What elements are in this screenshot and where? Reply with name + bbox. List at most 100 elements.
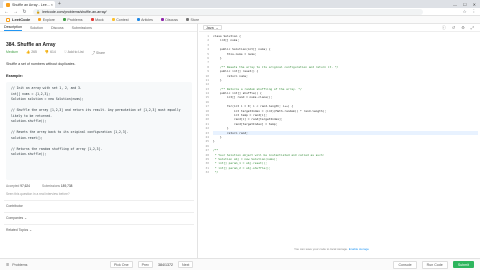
chevron-down-icon: ⌄ [24, 216, 27, 220]
nav-store[interactable]: Store [185, 17, 200, 22]
browser-tab-bar: Shuffle an Array - Lee... × + — ☐ ✕ [0, 0, 480, 8]
submit-button[interactable]: Submit [452, 261, 474, 268]
nav-contest[interactable]: Contest [111, 17, 129, 22]
related-topics-section[interactable]: Related Topics ⌄ [6, 228, 32, 232]
nav-problems[interactable]: Problems [62, 17, 83, 22]
problem-meta: Medium 👍 265 👎 614 ♡ Add to List ⤴ Share [6, 50, 105, 55]
problem-panel: Description Solution Discuss Submissions… [0, 24, 198, 258]
forward-icon[interactable]: → [13, 9, 18, 15]
acceptance-stats: Accepted 97,624 Submissions 189,738 [6, 184, 72, 188]
heart-icon: ♡ [63, 50, 67, 54]
browser-menu-icon[interactable]: ⋮ [472, 9, 476, 15]
favorite-button[interactable]: ♡ Add to List [64, 50, 84, 55]
nav-mock[interactable]: Mock [90, 17, 104, 22]
accepted-label: Accepted [6, 184, 20, 188]
accepted-stat: Accepted 97,624 [6, 184, 30, 188]
list-icon: ☰ [6, 262, 10, 267]
new-tab-icon[interactable]: + [58, 1, 61, 7]
dislikes-count: 614 [50, 50, 56, 54]
browser-tab-title: Shuffle an Array - Lee... [12, 2, 50, 7]
bookmark-star-icon[interactable]: ☆ [463, 9, 467, 15]
storage-hint-text: You can save your code to local storage. [294, 247, 348, 251]
share-button[interactable]: ⤴ Share [92, 50, 105, 55]
chevron-down-icon: ⌄ [215, 25, 219, 30]
nav-mock-label: Mock [95, 17, 104, 22]
example-line: solution.shuffle(); [11, 152, 47, 156]
problem-title: 384. Shuffle an Array [6, 42, 56, 48]
code-area[interactable]: class Solution { int[] nums; public Solu… [213, 34, 478, 175]
address-bar: ← → ↻ 🔒 leetcode.com/problems/shuffle-an… [0, 8, 480, 16]
prev-button[interactable]: Prev [137, 261, 153, 268]
reset-icon[interactable]: ↺ [452, 25, 455, 31]
tab-solution[interactable]: Solution [30, 26, 43, 30]
console-button[interactable]: Console [393, 260, 417, 269]
chevron-down-icon: ⌄ [29, 228, 32, 232]
problems-list-button[interactable]: ☰ Problems [6, 263, 27, 267]
articles-icon [136, 18, 140, 21]
leetcode-logo[interactable]: LeetCode [6, 17, 30, 22]
example-label: Example: [6, 74, 23, 78]
related-topics-label: Related Topics [6, 228, 29, 232]
run-code-button[interactable]: Run Code [421, 260, 448, 269]
nav-problems-label: Problems [67, 17, 83, 22]
store-icon [185, 18, 189, 21]
lock-icon: 🔒 [36, 9, 41, 14]
pick-one-button[interactable]: Pick One [110, 261, 133, 268]
nav-contest-label: Contest [116, 17, 129, 22]
submissions-stat: Submissions 189,738 [42, 184, 73, 188]
editor-panel: Java ⌄ ⓘ ↺ ⚙ ⤢ 1 2 3 4 5 6 7 8 9 10 11 12 13 14 15 16 17… [199, 24, 480, 258]
nav-explore[interactable]: Explore [38, 18, 55, 22]
accepted-value: 97,624 [20, 184, 30, 188]
nav-store-label: Store [190, 17, 200, 22]
nav-explore-label: Explore [42, 17, 55, 22]
share-icon: ⤴ [91, 51, 96, 55]
problem-description: Shuffle a set of numbers without duplica… [6, 62, 76, 66]
next-button[interactable]: Next [177, 261, 194, 268]
example-line: // Shuffle the array [1,2,3] and return … [11, 108, 181, 112]
logo-icon [6, 17, 10, 22]
editor-toolbar: Java ⌄ ⓘ ↺ ⚙ ⤢ [199, 24, 480, 32]
nav-articles[interactable]: Articles [136, 17, 153, 22]
url-text: leetcode.com/problems/shuffle-an-array/ [42, 9, 107, 14]
fullscreen-icon[interactable]: ⤢ [471, 25, 474, 31]
language-select[interactable]: Java ⌄ [203, 25, 222, 30]
settings-icon[interactable]: ⚙ [461, 25, 465, 31]
language-value: Java [206, 25, 214, 30]
companies-section[interactable]: Companies ⌄ [6, 216, 27, 220]
page-indicator: 384/1372 [157, 262, 173, 267]
url-input[interactable]: 🔒 leetcode.com/problems/shuffle-an-array… [33, 8, 423, 15]
tab-submissions[interactable]: Submissions [72, 26, 92, 30]
info-icon[interactable]: ⓘ [442, 25, 446, 31]
thumbs-up-icon: 👍 [26, 50, 31, 54]
logo-text: LeetCode [12, 17, 31, 22]
close-window-icon[interactable]: ✕ [473, 2, 476, 7]
divider [4, 212, 194, 213]
example-code-block: // Init an array with set 1, 2, and 3. i… [6, 82, 192, 180]
browser-tab[interactable]: Shuffle an Array - Lee... × [3, 1, 55, 8]
code-editor[interactable]: 1 2 3 4 5 6 7 8 9 10 11 12 13 14 15 16 17 18 19 20 21 22 23 24 2… [199, 32, 480, 258]
contributor-section[interactable]: Contributor [6, 204, 23, 208]
tab-description[interactable]: Description [4, 25, 22, 31]
dislikes-button[interactable]: 👎 614 [45, 50, 56, 55]
bottom-bar: ☰ Problems Pick One Prev 384/1372 Next C… [0, 258, 480, 270]
divider [4, 200, 194, 201]
nav-discuss[interactable]: Discuss [160, 18, 178, 22]
nav-articles-label: Articles [141, 17, 153, 22]
reload-icon[interactable]: ↻ [22, 9, 27, 15]
likes-button[interactable]: 👍 265 [26, 50, 37, 55]
maximize-icon[interactable]: ☐ [463, 2, 467, 7]
code-line[interactable]: */ [213, 170, 478, 174]
minimize-icon[interactable]: — [453, 2, 457, 7]
favorite-label: Add to List [67, 50, 84, 54]
tab-close-icon[interactable]: × [51, 2, 53, 7]
problems-icon [62, 18, 66, 21]
likes-count: 265 [31, 50, 37, 54]
enable-storage-link[interactable]: Enable storage [349, 247, 369, 251]
window-controls: — ☐ ✕ [453, 0, 478, 8]
tab-discuss[interactable]: Discuss [51, 26, 64, 30]
divider [4, 224, 194, 225]
back-icon[interactable]: ← [4, 9, 9, 15]
submissions-value: 189,738 [60, 184, 73, 188]
leetcode-favicon-icon [6, 2, 10, 7]
share-label: Share [95, 51, 106, 55]
